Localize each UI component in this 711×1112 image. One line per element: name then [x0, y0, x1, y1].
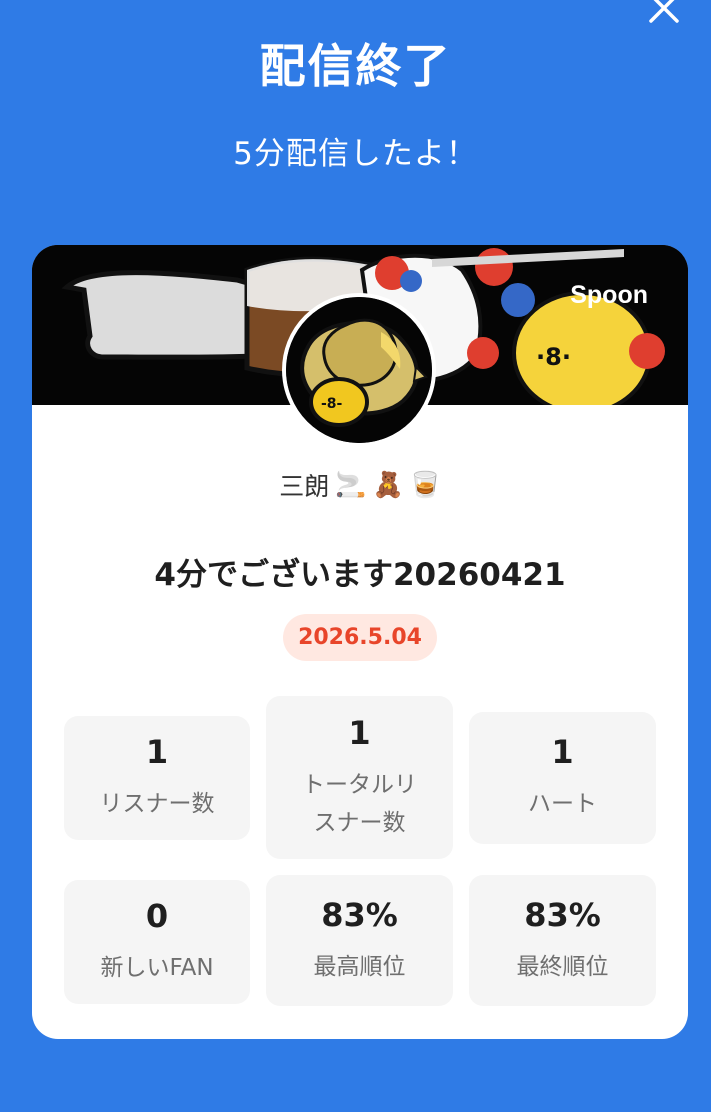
stat-total-listeners-label: トータルリスナー数 — [302, 771, 417, 836]
broadcast-summary-card: ·8· Spoon -8- 三朗 🚬 🧸 🥃 4分でございます20260421 … — [32, 245, 688, 1039]
stat-new-fans: 0 新しいFAN — [64, 880, 250, 1004]
username-text: 三朗 — [279, 472, 330, 501]
stat-total-listeners: 1 トータルリスナー数 — [266, 696, 453, 859]
stat-new-fans-value: 0 — [145, 897, 169, 935]
stat-listeners: 1 リスナー数 — [64, 716, 250, 840]
avatar[interactable]: -8- — [282, 293, 436, 447]
stat-total-listeners-value: 1 — [348, 713, 371, 752]
stat-hearts: 1 ハート — [469, 712, 656, 844]
stat-highest-rank-value: 83% — [321, 895, 398, 934]
page-title: 配信終了 — [259, 39, 452, 93]
broadcast-duration-text: 5分配信したよ！ — [233, 136, 478, 172]
stat-highest-rank-label: 最高順位 — [313, 953, 406, 980]
close-button[interactable] — [640, 0, 688, 26]
stat-listeners-label: リスナー数 — [99, 791, 215, 817]
host-username: 三朗 🚬 🧸 🥃 — [32, 467, 688, 503]
stream-title: 4分でございます20260421 — [154, 557, 566, 593]
tumbler-glass-emoji-icon: 🥃 — [409, 470, 441, 499]
stat-final-rank-value: 83% — [524, 895, 601, 934]
stat-final-rank-label: 最終順位 — [516, 953, 609, 980]
close-icon — [649, 0, 679, 23]
stat-listeners-value: 1 — [145, 733, 169, 771]
stat-hearts-value: 1 — [551, 733, 574, 771]
stat-hearts-label: ハート — [528, 791, 597, 817]
stat-highest-rank: 83% 最高順位 — [266, 875, 453, 1006]
teddy-bear-emoji-icon: 🧸 — [372, 470, 404, 499]
svg-text:·8·: ·8· — [536, 343, 571, 371]
brand-logo: Spoon — [570, 281, 648, 309]
avatar-illustration: -8- — [286, 297, 432, 443]
stat-final-rank: 83% 最終順位 — [469, 875, 656, 1006]
date-badge: 2026.5.04 — [283, 614, 437, 661]
svg-text:-8-: -8- — [321, 396, 343, 412]
cigarette-emoji-icon: 🚬 — [335, 470, 367, 499]
stat-new-fans-label: 新しいFAN — [100, 955, 214, 981]
